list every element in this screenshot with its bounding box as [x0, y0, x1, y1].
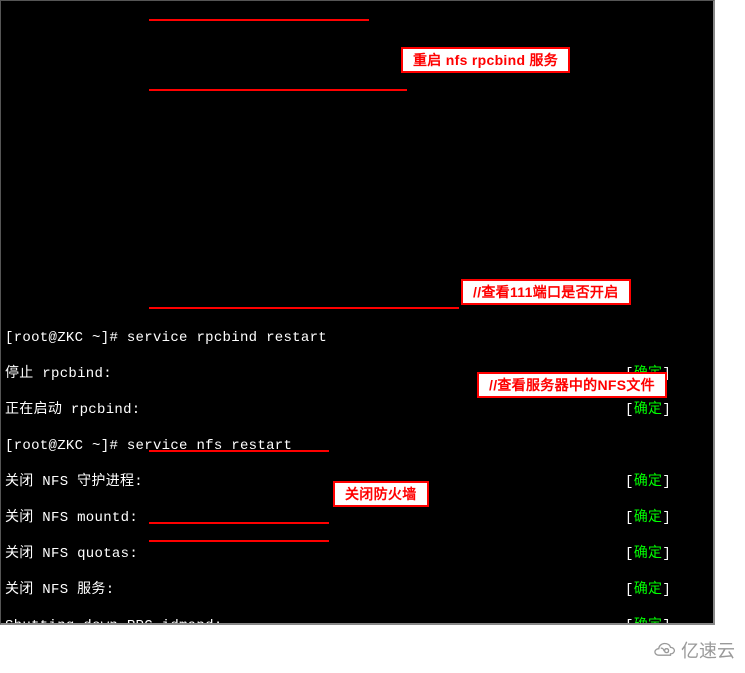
status-ok: 确定	[634, 474, 663, 490]
annotation-box-firewall: 关闭防火墙	[333, 481, 429, 507]
prompt-line: [root@ZKC ~]# service rpcbind restart	[5, 329, 685, 347]
output-line: 关闭 NFS 服务:[确定]	[5, 581, 685, 599]
status-ok: 确定	[634, 510, 663, 526]
annotation-arrow	[149, 307, 459, 309]
status-ok: 确定	[634, 546, 663, 562]
annotation-box-nfsfiles: //查看服务器中的NFS文件	[477, 372, 667, 398]
status-ok: 确定	[634, 618, 663, 625]
status-ok: 确定	[634, 582, 663, 598]
terminal-content: [root@ZKC ~]# service rpcbind restart 停止…	[5, 311, 709, 625]
watermark: 亿速云	[651, 637, 735, 663]
annotation-text: //查看服务器中的NFS文件	[489, 377, 655, 393]
annotation-arrow	[149, 89, 407, 91]
watermark-text: 亿速云	[681, 637, 735, 663]
annotation-arrow	[149, 19, 369, 21]
terminal-window[interactable]: 重启 nfs rpcbind 服务 //查看111端口是否开启 //查看服务器中…	[0, 0, 715, 625]
annotation-text: 关闭防火墙	[345, 486, 417, 502]
output-line: Shutting down RPC idmapd:[确定]	[5, 617, 685, 625]
prompt-line: [root@ZKC ~]# service nfs restart	[5, 437, 685, 455]
annotation-box-restart: 重启 nfs rpcbind 服务	[401, 47, 570, 73]
annotation-box-port111: //查看111端口是否开启	[461, 279, 631, 305]
output-line: 正在启动 rpcbind:[确定]	[5, 401, 685, 419]
annotation-arrow	[149, 540, 329, 542]
annotation-text: 重启 nfs rpcbind 服务	[413, 52, 558, 68]
status-ok: 确定	[634, 402, 663, 418]
annotation-arrow	[149, 522, 329, 524]
output-line: 关闭 NFS mountd:[确定]	[5, 509, 685, 527]
annotation-text: //查看111端口是否开启	[473, 284, 619, 300]
output-line: 关闭 NFS quotas:[确定]	[5, 545, 685, 563]
cloud-icon	[651, 640, 677, 660]
command-text: service rpcbind restart	[127, 330, 327, 346]
annotation-arrow	[149, 450, 329, 452]
